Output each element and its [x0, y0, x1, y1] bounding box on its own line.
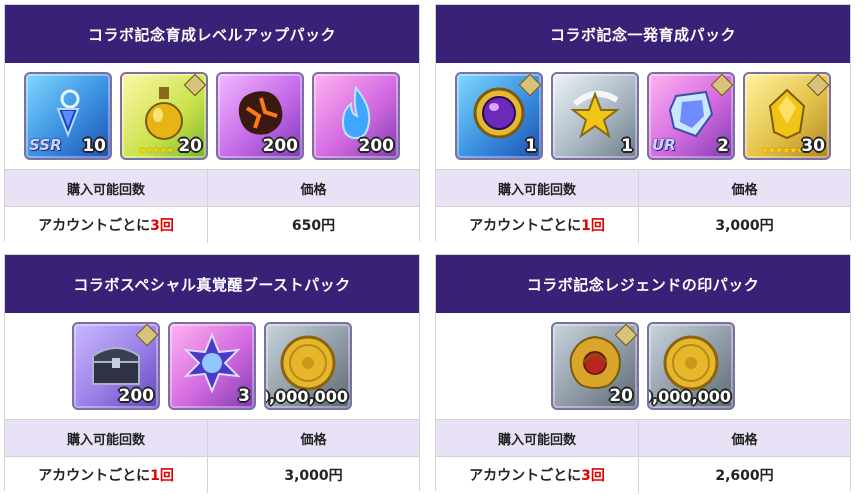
legend-seal-icon[interactable]: 20 [551, 322, 639, 410]
table-header-row: 購入可能回数 価格 [436, 420, 850, 456]
pack-title: コラボ記念レジェンドの印パック [436, 255, 850, 313]
purple-orb-ring-icon[interactable]: 1 [455, 72, 543, 160]
item-quantity: 200 [358, 136, 395, 156]
limit-prefix: アカウントごとに [469, 218, 582, 234]
item-quantity: 20 [609, 386, 633, 406]
price-value: 3,000円 [208, 457, 419, 493]
item-quantity: 3 [238, 386, 250, 406]
pack-items: 200 3 10,000,000 [5, 313, 419, 419]
item-quantity: 1 [621, 136, 633, 156]
crystal-armor-icon[interactable]: UR 2 [647, 72, 735, 160]
item-quantity: 2 [717, 136, 729, 156]
item-quantity: 20,000,000 [649, 387, 731, 406]
pack-items: 1 1 UR 2 ★★★★★★ 30 [436, 63, 850, 169]
pack-title: コラボ記念一発育成パック [436, 5, 850, 63]
rarity-badge: UR [652, 136, 676, 154]
limit-prefix: アカウントごとに [38, 468, 151, 484]
price-header: 価格 [639, 420, 850, 456]
pack-title: コラボスペシャル真覚醒ブーストパック [5, 255, 419, 313]
price-value: 3,000円 [639, 207, 850, 243]
pack-info-table: 購入可能回数 価格 アカウントごとに 1回 3,000円 [5, 419, 419, 493]
table-row: アカウントごとに 1回 3,000円 [5, 456, 419, 493]
table-row: アカウントごとに 3回 650円 [5, 206, 419, 243]
item-quantity: 10 [82, 136, 106, 156]
table-header-row: 購入可能回数 価格 [5, 420, 419, 456]
price-value: 650円 [208, 207, 419, 243]
limit-prefix: アカウントごとに [38, 218, 151, 234]
purchase-limit-header: 購入可能回数 [5, 170, 208, 206]
price-header: 価格 [208, 170, 419, 206]
purchase-limit-value: アカウントごとに 3回 [436, 457, 639, 493]
price-header: 価格 [208, 420, 419, 456]
gold-coin-icon[interactable]: 20,000,000 [647, 322, 735, 410]
table-row: アカウントごとに 1回 3,000円 [436, 206, 850, 243]
price-value: 2,600円 [639, 457, 850, 493]
limit-count: 1回 [581, 218, 605, 234]
blue-gem-pendant-icon[interactable]: SSR 10 [24, 72, 112, 160]
limit-count: 3回 [581, 468, 605, 484]
limit-count: 1回 [150, 468, 174, 484]
item-quantity: 10,000,000 [266, 387, 348, 406]
lava-rock-icon[interactable]: 200 [216, 72, 304, 160]
pack-info-table: 購入可能回数 価格 アカウントごとに 1回 3,000円 [436, 169, 850, 243]
pack-items: 20 20,000,000 [436, 313, 850, 419]
item-quantity: 1 [525, 136, 537, 156]
star-rating: ★★★★★★ [761, 146, 804, 156]
star-crystal-icon[interactable]: 3 [168, 322, 256, 410]
blue-flame-icon[interactable]: 200 [312, 72, 400, 160]
rarity-badge: SSR [29, 136, 62, 154]
purchase-limit-value: アカウントごとに 1回 [5, 457, 208, 493]
purchase-limit-header: 購入可能回数 [436, 420, 639, 456]
pack-card-awakening-boost: コラボスペシャル真覚醒ブーストパック 200 3 10,000,000 購入可能… [4, 254, 420, 493]
gold-crystal-icon[interactable]: ★★★★★★ 30 [743, 72, 831, 160]
pack-items: SSR 10 ★★★★★ 20 200 200 [5, 63, 419, 169]
purchase-limit-value: アカウントごとに 1回 [436, 207, 639, 243]
item-quantity: 20 [178, 136, 202, 156]
gold-star-emblem-icon[interactable]: 1 [551, 72, 639, 160]
purchase-limit-value: アカウントごとに 3回 [5, 207, 208, 243]
limit-count: 3回 [150, 218, 174, 234]
purchase-limit-header: 購入可能回数 [5, 420, 208, 456]
pack-info-table: 購入可能回数 価格 アカウントごとに 3回 2,600円 [436, 419, 850, 493]
pack-info-table: 購入可能回数 価格 アカウントごとに 3回 650円 [5, 169, 419, 243]
price-header: 価格 [639, 170, 850, 206]
pack-title: コラボ記念育成レベルアップパック [5, 5, 419, 63]
pack-card-level-up: コラボ記念育成レベルアップパック SSR 10 ★★★★★ 20 200 200… [4, 4, 420, 243]
item-quantity: 30 [801, 136, 825, 156]
table-row: アカウントごとに 3回 2,600円 [436, 456, 850, 493]
pack-card-one-shot: コラボ記念一発育成パック 1 1 UR 2 ★★★★★★ 30 購入可能回数 価… [435, 4, 851, 243]
star-rating: ★★★★★ [138, 146, 174, 156]
item-quantity: 200 [262, 136, 299, 156]
table-header-row: 購入可能回数 価格 [436, 170, 850, 206]
limit-prefix: アカウントごとに [469, 468, 582, 484]
purchase-limit-header: 購入可能回数 [436, 170, 639, 206]
gold-coin-icon[interactable]: 10,000,000 [264, 322, 352, 410]
item-quantity: 200 [118, 386, 155, 406]
golden-potion-icon[interactable]: ★★★★★ 20 [120, 72, 208, 160]
treasure-chest-icon[interactable]: 200 [72, 322, 160, 410]
pack-card-legend-seal: コラボ記念レジェンドの印パック 20 20,000,000 購入可能回数 価格 … [435, 254, 851, 493]
table-header-row: 購入可能回数 価格 [5, 170, 419, 206]
